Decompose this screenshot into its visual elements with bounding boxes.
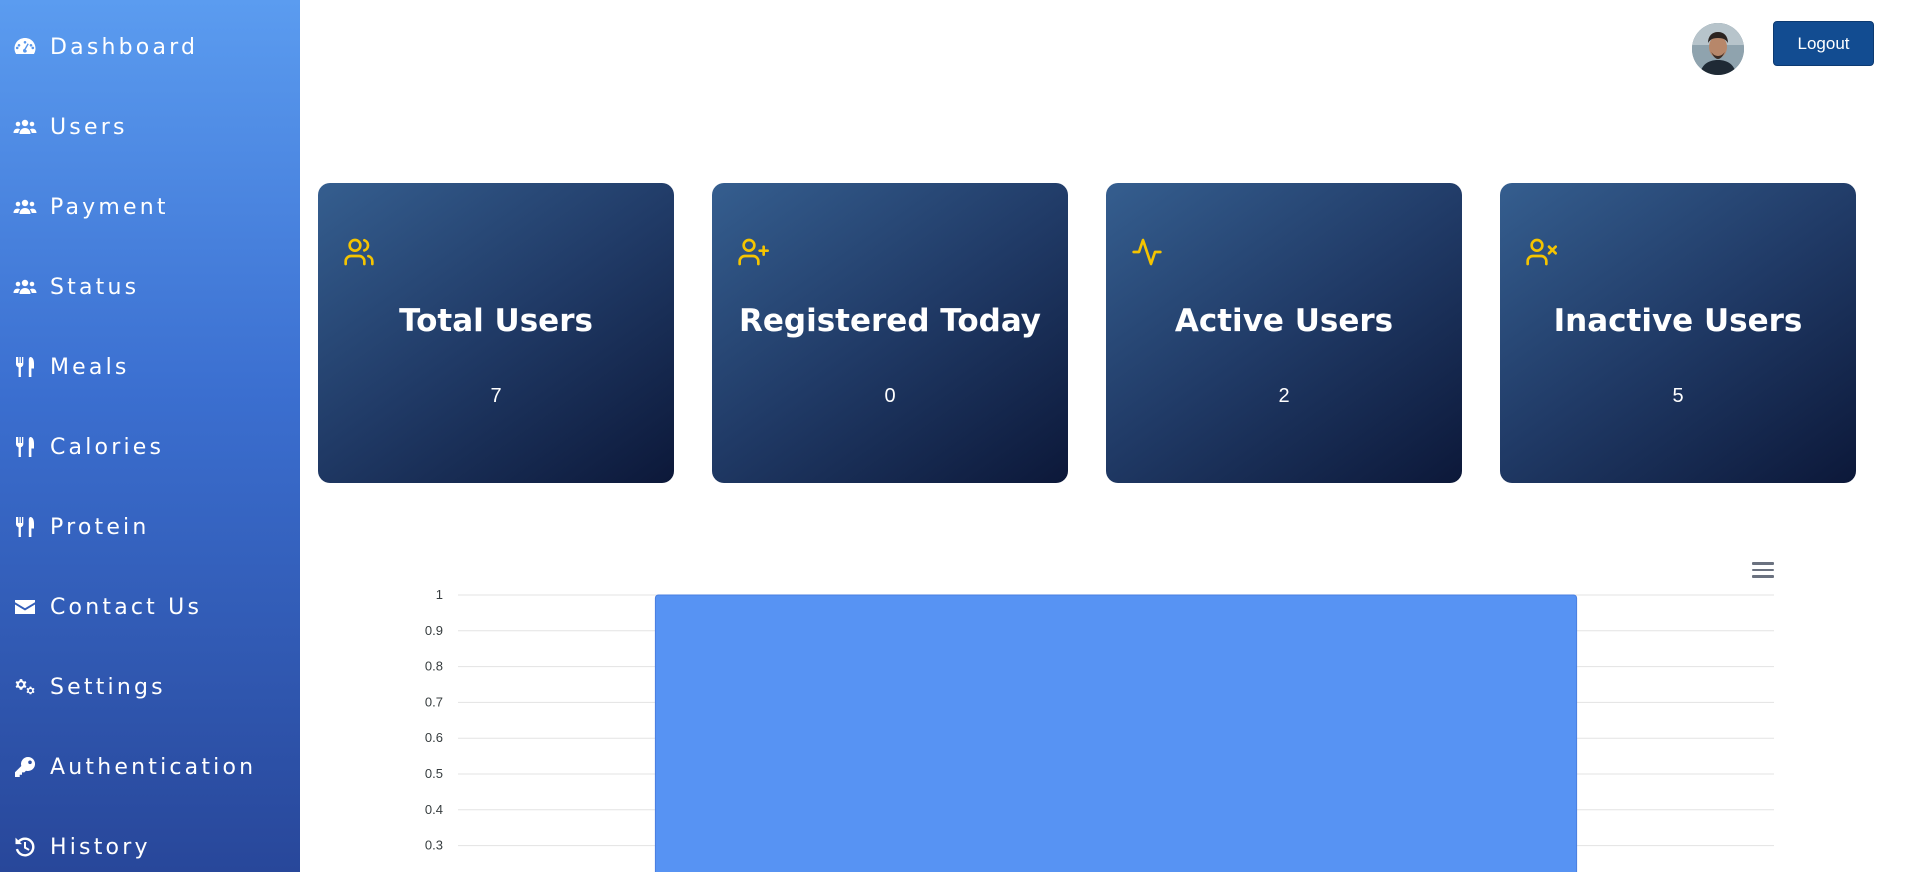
bar-chart: 1 0.9 0.8 0.7 0.6 0.5 0.4 0.3: [425, 587, 1774, 872]
sidebar-item-history[interactable]: History: [0, 817, 300, 872]
sidebar-item-protein[interactable]: Protein: [0, 497, 300, 557]
sidebar-item-label: Protein: [50, 514, 150, 540]
sidebar-item-label: Settings: [50, 674, 166, 700]
sidebar-item-label: Payment: [50, 194, 169, 220]
stat-card-active-users: Active Users 2: [1106, 183, 1462, 483]
stat-card-registered-today: Registered Today 0: [712, 183, 1068, 483]
y-tick-label: 0.8: [425, 659, 443, 674]
chart: 1 0.9 0.8 0.7 0.6 0.5 0.4 0.3: [400, 555, 1800, 872]
utensils-icon: [12, 354, 38, 380]
key-icon: [12, 754, 38, 780]
users-icon: [12, 194, 38, 220]
sidebar-item-meals[interactable]: Meals: [0, 337, 300, 397]
sidebar-item-label: History: [50, 834, 151, 860]
sidebar-item-dashboard[interactable]: Dashboard: [0, 17, 300, 77]
history-icon: [12, 834, 38, 860]
sidebar-item-label: Status: [50, 274, 140, 300]
card-value: 7: [490, 385, 502, 407]
y-tick-label: 0.7: [425, 694, 443, 709]
gauge-icon: [12, 34, 38, 60]
envelope-icon: [12, 594, 38, 620]
sidebar-item-users[interactable]: Users: [0, 97, 300, 157]
sidebar-item-label: Meals: [50, 354, 130, 380]
bar[interactable]: [654, 594, 1578, 872]
y-tick-label: 0.9: [425, 623, 443, 638]
sidebar-item-label: Contact Us: [50, 594, 203, 620]
y-tick-label: 1: [436, 587, 443, 602]
sidebar-item-label: Calories: [50, 434, 165, 460]
users-icon: [12, 274, 38, 300]
card-value: 5: [1672, 385, 1684, 407]
sidebar-item-label: Authentication: [50, 754, 257, 780]
sidebar-item-authentication[interactable]: Authentication: [0, 737, 300, 797]
y-tick-label: 0.5: [425, 766, 443, 781]
sidebar-item-label: Users: [50, 114, 128, 140]
utensils-icon: [12, 514, 38, 540]
card-title: Registered Today: [739, 303, 1041, 339]
logout-button[interactable]: Logout: [1773, 21, 1874, 66]
gears-icon: [12, 674, 38, 700]
users-icon: [12, 114, 38, 140]
activity-icon: [1131, 236, 1163, 268]
sidebar-item-label: Dashboard: [50, 34, 199, 60]
stat-card-inactive-users: Inactive Users 5: [1500, 183, 1856, 483]
user-plus-icon: [737, 236, 769, 268]
users-outline-icon: [343, 236, 375, 268]
stat-card-total-users: Total Users 7: [318, 183, 674, 483]
sidebar-item-calories[interactable]: Calories: [0, 417, 300, 477]
card-title: Active Users: [1174, 303, 1394, 339]
sidebar-item-payment[interactable]: Payment: [0, 177, 300, 237]
y-tick-label: 0.3: [425, 838, 443, 853]
card-title: Inactive Users: [1553, 303, 1803, 339]
sidebar: Dashboard Users Payment Status Meals Cal…: [0, 0, 300, 872]
card-title: Total Users: [399, 303, 593, 339]
card-value: 2: [1278, 385, 1290, 407]
sidebar-item-contact-us[interactable]: Contact Us: [0, 577, 300, 637]
card-value: 0: [884, 385, 896, 407]
y-tick-label: 0.6: [425, 730, 443, 745]
utensils-icon: [12, 434, 38, 460]
sidebar-item-settings[interactable]: Settings: [0, 657, 300, 717]
user-x-icon: [1525, 236, 1557, 268]
sidebar-item-status[interactable]: Status: [0, 257, 300, 317]
avatar[interactable]: [1692, 23, 1744, 75]
y-tick-label: 0.4: [425, 802, 443, 817]
